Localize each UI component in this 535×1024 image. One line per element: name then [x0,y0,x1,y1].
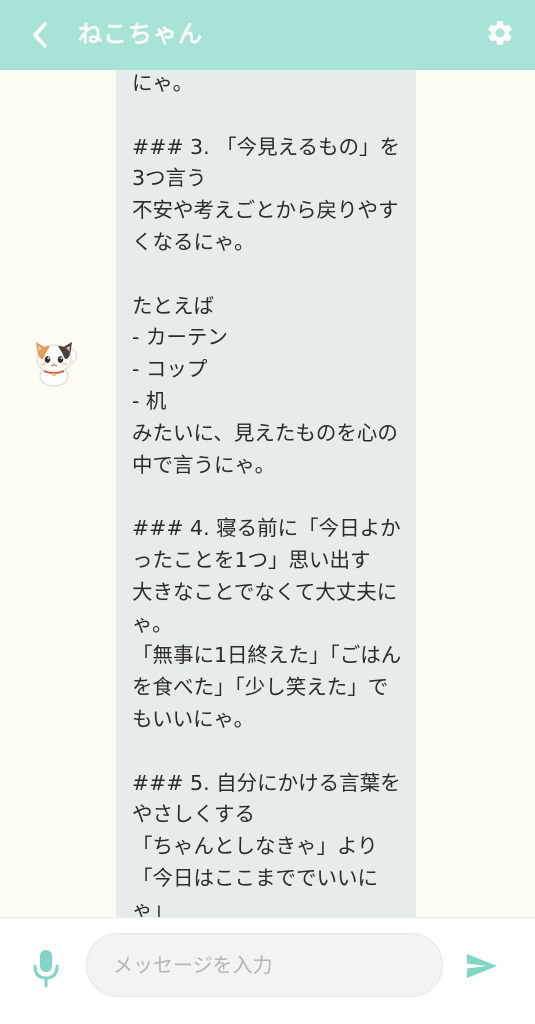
cat-avatar [26,332,82,388]
chat-area[interactable]: にゃ。 ### 3. 「今見えるもの」を3つ言う 不安や考えごとから戻りやすくな… [0,70,535,917]
microphone-button[interactable] [26,946,66,990]
chevron-left-icon [33,22,47,48]
message-input[interactable] [86,933,443,997]
send-icon [467,954,497,978]
microphone-icon [33,950,59,988]
message-text: にゃ。 ### 3. 「今見えるもの」を3つ言う 不安や考えごとから戻りやすくな… [132,71,402,917]
page-title: ねこちゃん [78,20,203,48]
gear-icon [488,20,512,45]
message-composer [0,917,535,1024]
send-button[interactable] [462,948,502,984]
message-bubble: にゃ。 ### 3. 「今見えるもの」を3つ言う 不安や考えごとから戻りやすくな… [116,70,416,917]
back-button[interactable] [20,15,60,55]
app-header: ねこちゃん [0,0,535,70]
settings-button[interactable] [483,16,517,50]
calico-cat-icon [36,342,77,387]
